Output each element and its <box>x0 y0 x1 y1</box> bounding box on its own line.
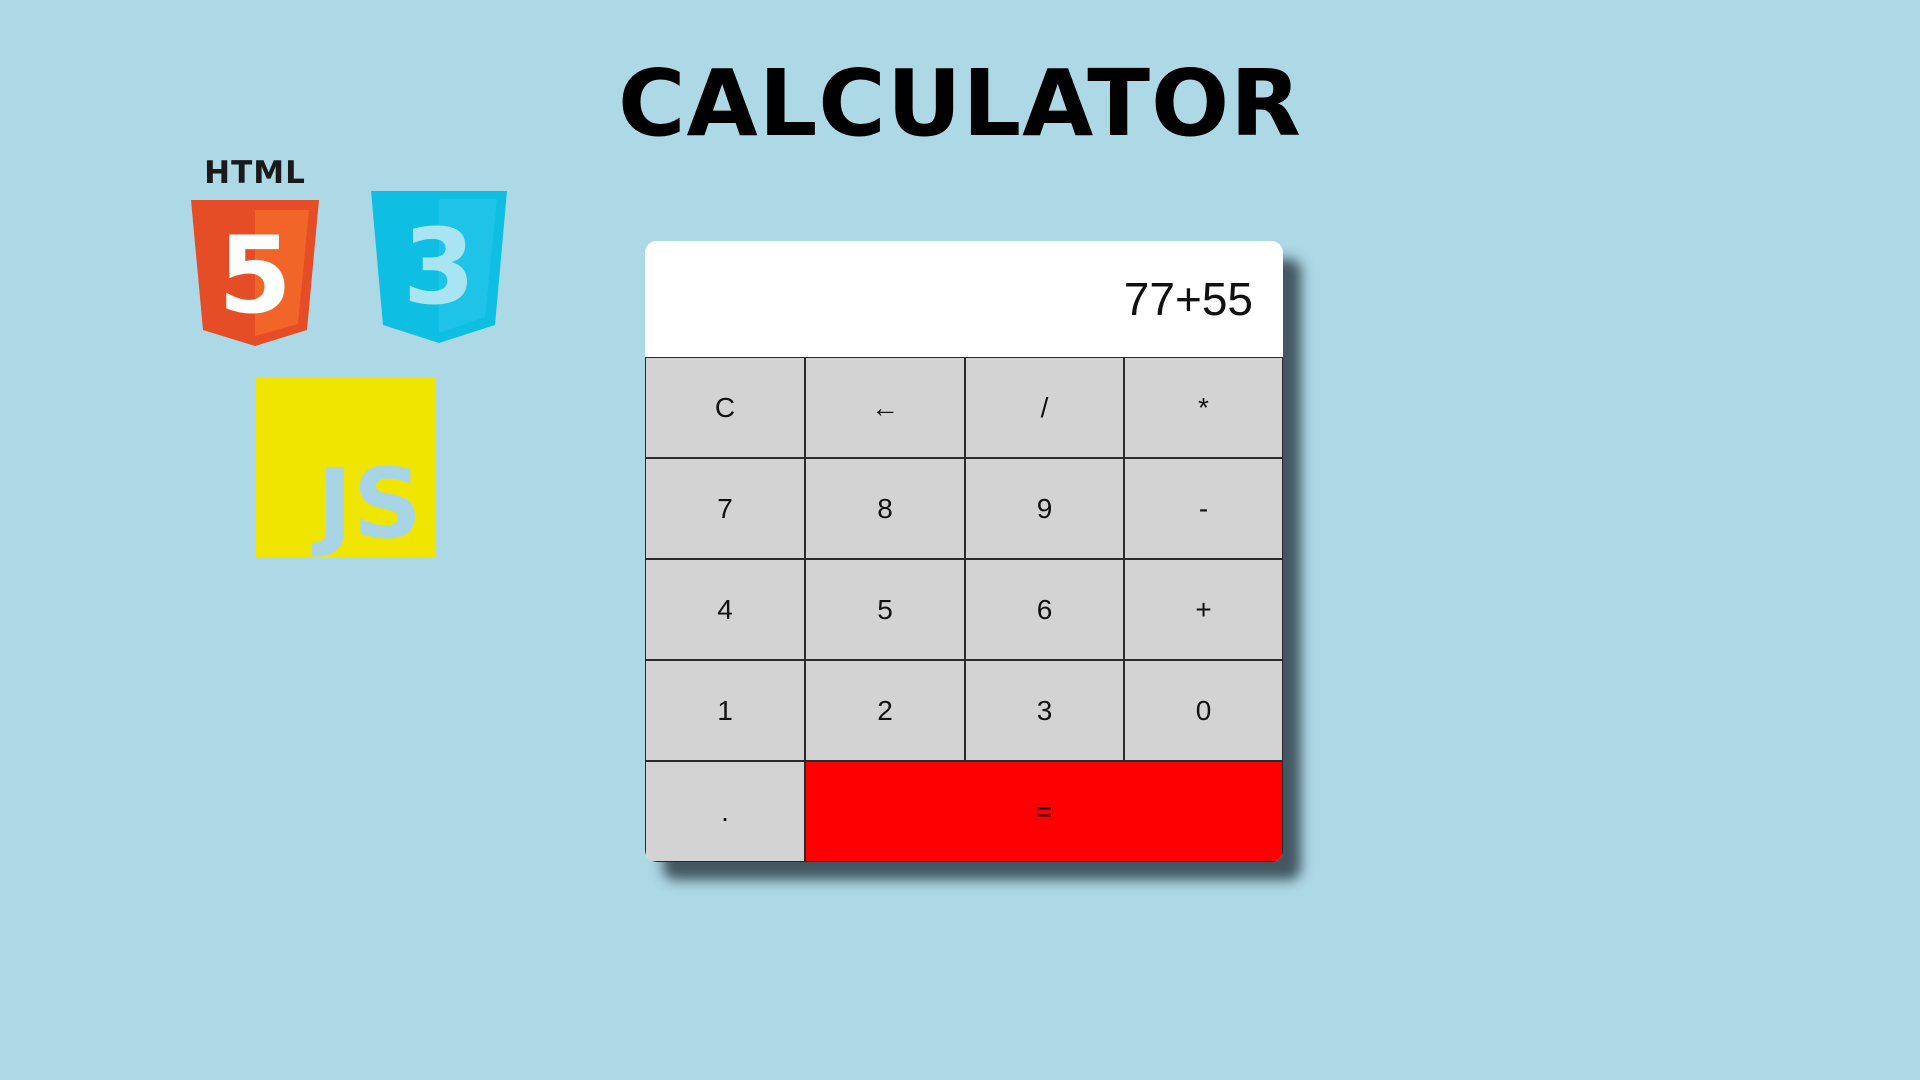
javascript-logo: JS <box>255 377 436 558</box>
decimal-button[interactable]: . <box>645 761 805 862</box>
digit-7-button[interactable]: 7 <box>645 458 805 559</box>
clear-button[interactable]: C <box>645 357 805 458</box>
digit-0-button[interactable]: 0 <box>1124 660 1283 761</box>
html5-logo: HTML 5 <box>191 158 319 346</box>
css3-badge: 3 <box>403 206 475 328</box>
js-logo-word: JS <box>317 448 422 560</box>
equals-button[interactable]: = <box>805 761 1283 862</box>
digit-6-button[interactable]: 6 <box>965 559 1124 660</box>
digit-9-button[interactable]: 9 <box>965 458 1124 559</box>
digit-4-button[interactable]: 4 <box>645 559 805 660</box>
divide-button[interactable]: / <box>965 357 1124 458</box>
backspace-button[interactable]: ← <box>805 357 965 458</box>
keypad: C ← / * 7 8 9 - 4 5 6 + 1 2 3 0 . = <box>645 357 1283 862</box>
calculator: 77+55 C ← / * 7 8 9 - 4 5 6 + 1 2 3 0 . … <box>645 241 1283 862</box>
css3-shield-icon: 3 <box>371 191 507 343</box>
html5-shield-icon: 5 <box>191 200 319 346</box>
multiply-button[interactable]: * <box>1124 357 1283 458</box>
plus-button[interactable]: + <box>1124 559 1283 660</box>
html5-badge: 5 <box>218 214 292 337</box>
digit-2-button[interactable]: 2 <box>805 660 965 761</box>
css3-logo: 3 <box>371 191 507 343</box>
minus-button[interactable]: - <box>1124 458 1283 559</box>
calculator-display: 77+55 <box>645 241 1283 357</box>
digit-3-button[interactable]: 3 <box>965 660 1124 761</box>
html-logo-word: HTML <box>204 155 306 191</box>
digit-1-button[interactable]: 1 <box>645 660 805 761</box>
digit-5-button[interactable]: 5 <box>805 559 965 660</box>
page-title: CALCULATOR <box>617 50 1303 157</box>
digit-8-button[interactable]: 8 <box>805 458 965 559</box>
